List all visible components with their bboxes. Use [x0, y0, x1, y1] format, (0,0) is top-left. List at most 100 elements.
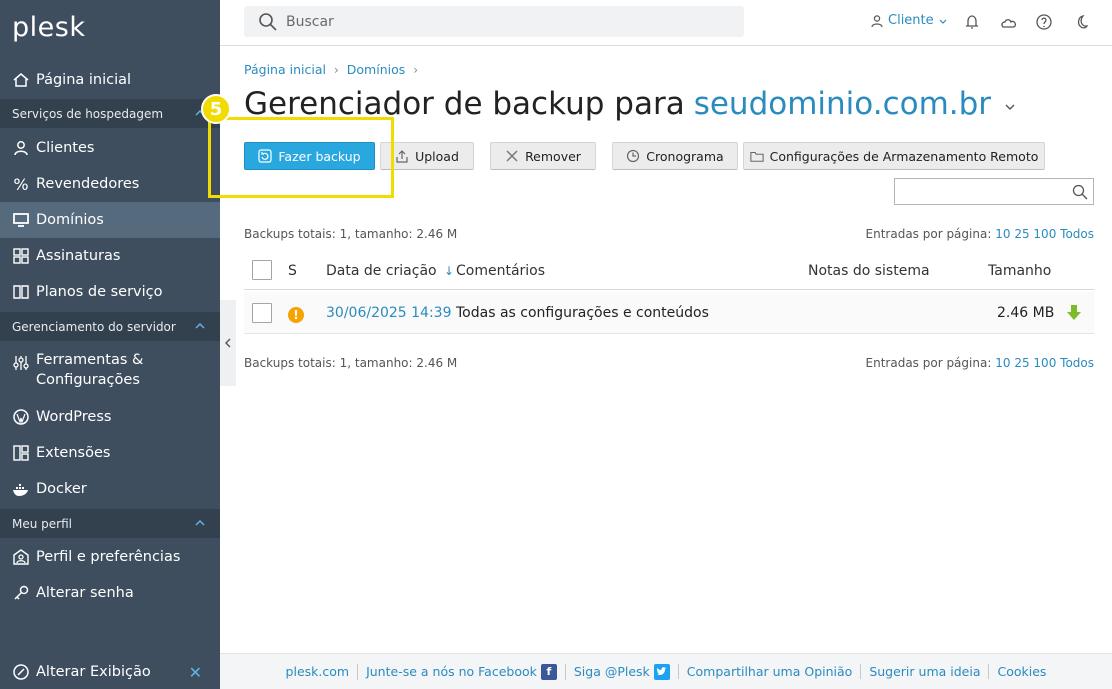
- book-icon: [11, 282, 31, 302]
- per-page-label: Entradas por página:: [865, 227, 992, 241]
- download-icon[interactable]: [1066, 304, 1082, 326]
- user-menu[interactable]: Cliente: [870, 13, 948, 28]
- sidebar-item-change-password[interactable]: Alterar senha: [0, 575, 220, 611]
- breadcrumb-domains[interactable]: Domínios: [347, 62, 405, 77]
- chevron-down-icon: [939, 19, 947, 24]
- chevron-down-icon[interactable]: [1003, 100, 1017, 114]
- remote-storage-button-label: Configurações de Armazenamento Remoto: [769, 148, 1039, 164]
- title-domain-link[interactable]: seudominio.com.br: [694, 86, 991, 122]
- user-menu-label: Cliente: [888, 13, 934, 28]
- per-page-all[interactable]: Todos: [1060, 356, 1094, 370]
- sidebar-item-extensions[interactable]: Extensões: [0, 435, 220, 471]
- key-icon: [11, 583, 31, 603]
- footer-link-label: Sugerir uma ideia: [869, 664, 981, 679]
- section-label: Meu perfil: [12, 516, 72, 531]
- sidebar-item-wordpress[interactable]: WordPress: [0, 399, 220, 435]
- column-size[interactable]: Tamanho: [988, 263, 1051, 279]
- per-page-label: Entradas por página:: [865, 356, 992, 370]
- search-input[interactable]: [286, 13, 726, 30]
- notifications-icon[interactable]: [962, 12, 982, 32]
- section-server-management[interactable]: Gerenciamento do servidor: [0, 312, 220, 341]
- sidebar-item-tools-settings[interactable]: Ferramentas & Configurações: [0, 350, 220, 394]
- sliders-icon: [11, 353, 31, 373]
- sidebar-item-home[interactable]: Página inicial: [0, 62, 220, 98]
- twitter-icon: [653, 663, 670, 680]
- list-filter-field[interactable]: [894, 178, 1094, 205]
- backup-size: 2.46 MB: [997, 305, 1055, 321]
- footer-link-suggest-idea[interactable]: Sugerir uma ideia: [860, 664, 988, 679]
- extensions-icon: [11, 443, 31, 463]
- remove-icon: [505, 149, 519, 163]
- table-row: ! 30/06/2025 14:39 Todas as configuraçõe…: [244, 292, 1094, 334]
- sidebar-item-domains[interactable]: Domínios: [0, 202, 220, 238]
- user-icon: [11, 138, 31, 158]
- breadcrumb: Página inicial › Domínios ›: [244, 62, 426, 77]
- footer-link-plesk[interactable]: plesk.com: [278, 664, 358, 679]
- remove-button-label: Remover: [525, 148, 581, 164]
- sidebar-item-service-plans[interactable]: Planos de serviço: [0, 274, 220, 310]
- per-page-10[interactable]: 10: [995, 227, 1010, 241]
- per-page-100[interactable]: 100: [1033, 356, 1056, 370]
- footer-link-label: Cookies: [997, 664, 1047, 679]
- breadcrumb-home[interactable]: Página inicial: [244, 62, 326, 77]
- moon-icon[interactable]: [1070, 12, 1090, 32]
- select-all-checkbox[interactable]: [252, 260, 272, 280]
- per-page-100[interactable]: 100: [1033, 227, 1056, 241]
- sidebar-item-label: Assinaturas: [36, 248, 121, 264]
- backup-date-link[interactable]: 30/06/2025 14:39: [326, 305, 452, 321]
- footer: plesk.com Junte-se a nós no Facebook f S…: [220, 653, 1112, 689]
- footer-link-label: Compartilhar uma Opinião: [686, 664, 853, 679]
- row-checkbox[interactable]: [252, 303, 272, 323]
- label-line-2: Configurações: [36, 372, 140, 388]
- schedule-button-label: Cronograma: [646, 148, 724, 164]
- label-line-1: Ferramentas &: [36, 352, 144, 368]
- sidebar-collapse-handle[interactable]: [220, 300, 236, 386]
- section-label: Gerenciamento do servidor: [12, 319, 176, 334]
- per-page-25[interactable]: 25: [1014, 227, 1029, 241]
- sidebar-item-label: Extensões: [36, 445, 111, 461]
- section-label: Serviços de hospedagem: [12, 106, 164, 121]
- remote-storage-button[interactable]: Configurações de Armazenamento Remoto: [743, 142, 1045, 170]
- sidebar-item-subscriptions[interactable]: Assinaturas: [0, 238, 220, 274]
- footer-link-share-opinion[interactable]: Compartilhar uma Opinião: [677, 664, 861, 679]
- folder-icon: [749, 149, 764, 163]
- per-page-10[interactable]: 10: [995, 356, 1010, 370]
- per-page-selector-bottom: Entradas por página: 10 25 100 Todos: [866, 356, 1094, 370]
- help-icon[interactable]: [1034, 12, 1054, 32]
- backup-totals-top: Backups totais: 1, tamanho: 2.46 M: [244, 227, 458, 241]
- upload-button[interactable]: Upload: [380, 142, 474, 170]
- column-system-notes[interactable]: Notas do sistema: [808, 263, 930, 279]
- tutorial-highlight-box: [208, 117, 394, 198]
- sidebar-item-resellers[interactable]: % Revendedores: [0, 166, 220, 202]
- per-page-all[interactable]: Todos: [1060, 227, 1094, 241]
- column-status[interactable]: S: [288, 263, 297, 279]
- sidebar-item-label: Alterar Exibição: [36, 663, 151, 680]
- sidebar-item-clients[interactable]: Clientes: [0, 130, 220, 166]
- close-icon[interactable]: ✕: [189, 663, 202, 682]
- footer-link-twitter[interactable]: Siga @Plesk: [564, 663, 678, 680]
- backup-totals-bottom: Backups totais: 1, tamanho: 2.46 M: [244, 356, 458, 370]
- plesk-logo[interactable]: plesk: [12, 12, 85, 43]
- backup-comment: Todas as configurações e conteúdos: [456, 305, 709, 321]
- remove-button[interactable]: Remover: [490, 142, 596, 170]
- per-page-25[interactable]: 25: [1014, 356, 1029, 370]
- section-my-profile[interactable]: Meu perfil: [0, 509, 220, 538]
- footer-link-facebook[interactable]: Junte-se a nós no Facebook f: [357, 663, 565, 680]
- sidebar-item-profile[interactable]: Perfil e preferências: [0, 539, 220, 575]
- profile-icon: [11, 547, 31, 567]
- sidebar-item-label: Alterar senha: [36, 585, 134, 601]
- sidebar-item-label: Docker: [36, 481, 87, 497]
- footer-link-cookies[interactable]: Cookies: [988, 664, 1054, 679]
- monitor-icon: [11, 210, 31, 230]
- search-box[interactable]: [244, 6, 744, 37]
- chevron-up-icon: [195, 322, 205, 329]
- column-date[interactable]: Data de criação ↓: [326, 263, 454, 279]
- cloud-icon[interactable]: [998, 12, 1018, 32]
- topbar: Cliente: [220, 0, 1112, 46]
- section-hosting-services[interactable]: Serviços de hospedagem: [0, 99, 220, 128]
- sidebar-item-docker[interactable]: Docker: [0, 471, 220, 507]
- sidebar-item-change-view[interactable]: Alterar Exibição ✕: [0, 654, 220, 689]
- schedule-button[interactable]: Cronograma: [612, 142, 738, 170]
- table-header: S Data de criação ↓ Comentários Notas do…: [244, 254, 1094, 290]
- column-comments[interactable]: Comentários: [456, 263, 545, 279]
